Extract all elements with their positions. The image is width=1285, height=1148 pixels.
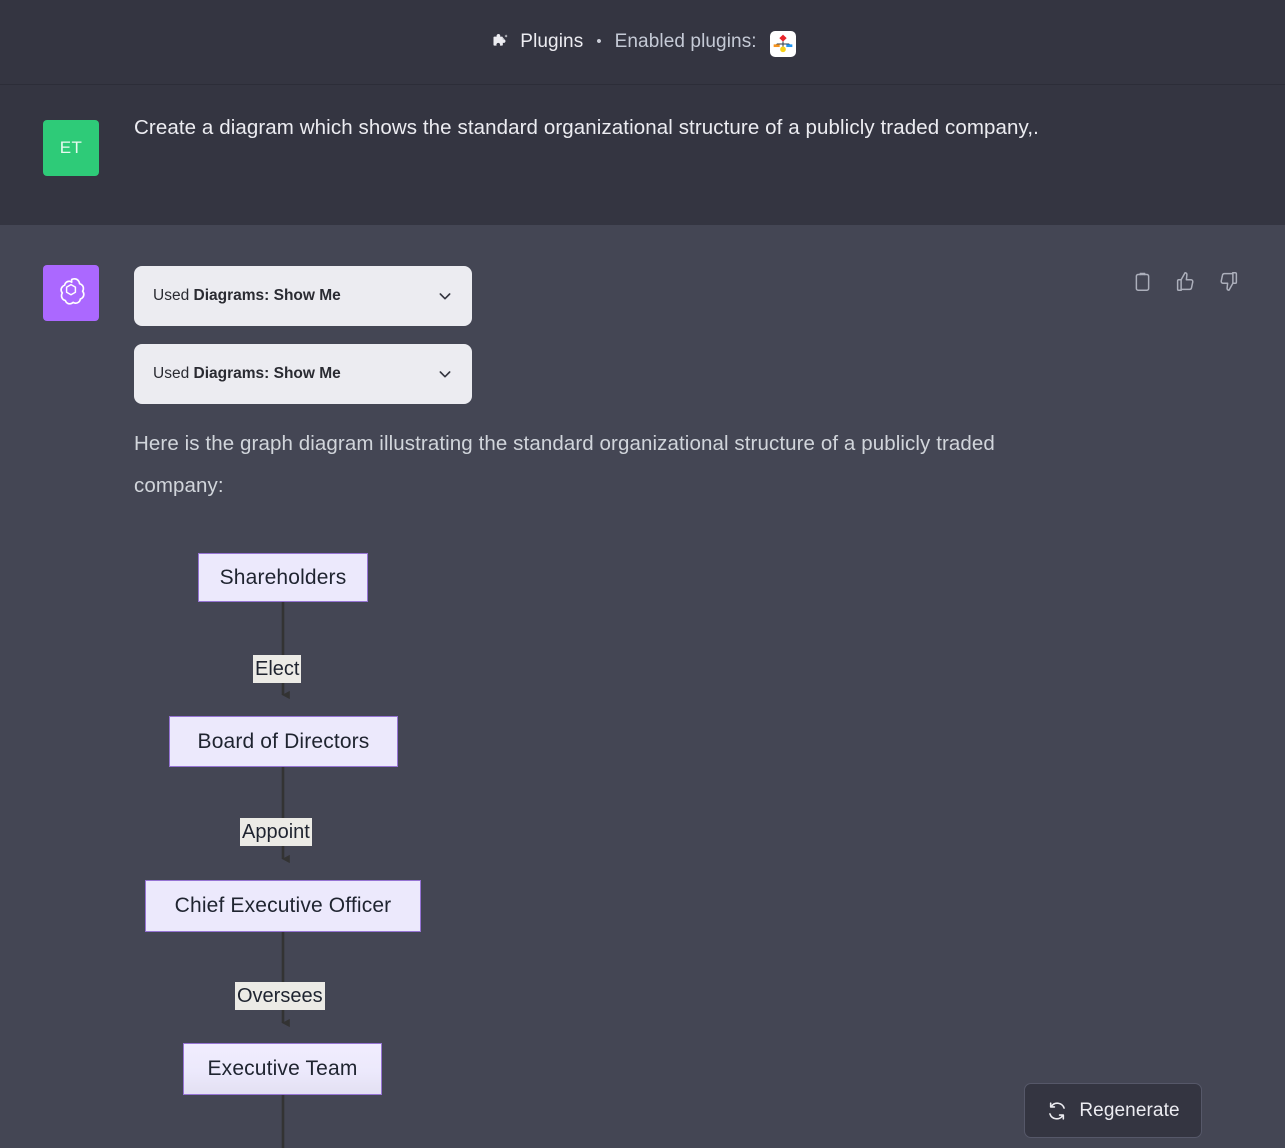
diagram-node-board-label: Board of Directors bbox=[198, 730, 370, 754]
diagram-node-executive-team-label: Executive Team bbox=[208, 1057, 358, 1081]
diagram-node-ceo-label: Chief Executive Officer bbox=[175, 894, 392, 918]
plugins-label: Plugins bbox=[520, 31, 583, 53]
chevron-down-icon[interactable] bbox=[436, 287, 454, 305]
chevron-down-icon[interactable] bbox=[436, 365, 454, 383]
openai-logo-icon bbox=[55, 275, 87, 312]
diagram-edge-label-oversees: Oversees bbox=[235, 982, 325, 1010]
user-avatar: ET bbox=[43, 120, 99, 176]
plugin-call-2-label: Used Diagrams: Show Me bbox=[153, 365, 436, 383]
header-separator-dot: • bbox=[596, 34, 601, 49]
org-structure-diagram: Shareholders Board of Directors Chief Ex… bbox=[134, 530, 734, 1148]
diagram-node-shareholders: Shareholders bbox=[198, 553, 368, 602]
plugin-call-1-label: Used Diagrams: Show Me bbox=[153, 287, 436, 305]
assistant-message-text: Here is the graph diagram illustrating t… bbox=[134, 423, 1074, 507]
regenerate-icon bbox=[1046, 1100, 1067, 1121]
enabled-plugins-label: Enabled plugins: bbox=[615, 31, 757, 53]
chat-page: Plugins • Enabled plugins: E bbox=[0, 0, 1285, 1148]
assistant-avatar bbox=[43, 265, 99, 321]
regenerate-label: Regenerate bbox=[1079, 1100, 1179, 1122]
user-message-text: Create a diagram which shows the standar… bbox=[134, 109, 1084, 146]
message-actions bbox=[1131, 270, 1240, 293]
user-avatar-initials: ET bbox=[60, 138, 83, 158]
plugins-header: Plugins • Enabled plugins: bbox=[0, 0, 1285, 85]
diagram-edge-label-appoint: Appoint bbox=[240, 818, 312, 846]
diagram-edge-label-elect: Elect bbox=[253, 655, 301, 683]
user-message-row: ET Create a diagram which shows the stan… bbox=[0, 85, 1285, 225]
plugin-call-1[interactable]: Used Diagrams: Show Me bbox=[134, 266, 472, 326]
diagram-node-shareholders-label: Shareholders bbox=[220, 566, 347, 590]
diagram-node-executive-team: Executive Team bbox=[183, 1043, 382, 1095]
diagram-node-ceo: Chief Executive Officer bbox=[145, 880, 421, 932]
thumbs-down-icon[interactable] bbox=[1217, 270, 1240, 293]
plugin-call-2[interactable]: Used Diagrams: Show Me bbox=[134, 344, 472, 404]
regenerate-button[interactable]: Regenerate bbox=[1024, 1083, 1202, 1138]
clipboard-copy-icon[interactable] bbox=[1131, 270, 1154, 293]
thumbs-up-icon[interactable] bbox=[1174, 270, 1197, 293]
diagrams-show-me-plugin-icon[interactable] bbox=[770, 31, 796, 57]
puzzle-icon bbox=[489, 32, 511, 54]
assistant-message-row: Used Diagrams: Show Me Used Diagrams: Sh… bbox=[0, 225, 1285, 1148]
diagram-node-board: Board of Directors bbox=[169, 716, 398, 767]
